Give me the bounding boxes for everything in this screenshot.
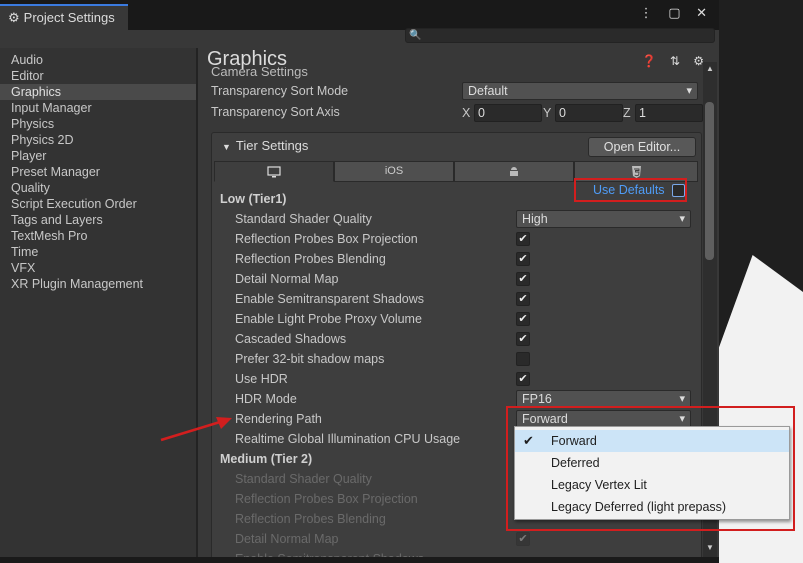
foldout-arrow-icon: ▼ (222, 142, 231, 152)
lppv-label: Enable Light Probe Proxy Volume (235, 312, 422, 326)
m-shader-quality-label: Standard Shader Quality (235, 472, 372, 486)
popup-option-label: Legacy Deferred (light prepass) (551, 500, 727, 514)
shader-quality-label: Standard Shader Quality (235, 212, 372, 226)
detail-normal-label: Detail Normal Map (235, 272, 339, 286)
use-defaults-checkbox[interactable] (672, 184, 685, 197)
window-controls[interactable]: ⋮ ▢ ✕ (640, 5, 713, 21)
camera-settings-label: Camera Settings (211, 67, 308, 79)
open-editor-button[interactable]: Open Editor... (588, 137, 696, 157)
realtime-gi-label: Realtime Global Illumination CPU Usage (235, 432, 461, 446)
use-defaults-label: Use Defaults (593, 183, 665, 197)
box-projection-checkbox[interactable]: ✔ (516, 232, 530, 246)
camera-settings-header: Camera Settings (211, 67, 341, 81)
popup-option-deferred[interactable]: Deferred (515, 452, 789, 474)
sidebar-item-physics[interactable]: Physics (0, 116, 196, 132)
medium-tier-header: Medium (Tier 2) (220, 452, 313, 466)
popup-option-label: Deferred (551, 456, 600, 470)
semi-shadows-label: Enable Semitransparent Shadows (235, 292, 425, 306)
popup-option-label: Forward (551, 434, 597, 448)
sidebar-item-editor[interactable]: Editor (0, 68, 196, 84)
cascaded-label: Cascaded Shadows (235, 332, 347, 346)
scroll-down-icon[interactable]: ▼ (706, 543, 714, 552)
z-field[interactable]: 1 (635, 104, 703, 122)
blending-checkbox[interactable]: ✔ (516, 252, 530, 266)
m-blending-label: Reflection Probes Blending (235, 512, 386, 526)
sidebar-item-textmesh-pro[interactable]: TextMesh Pro (0, 228, 196, 244)
window-tab[interactable]: ⚙ Project Settings (0, 4, 128, 30)
tab-ios[interactable]: iOS (334, 161, 454, 182)
y-label: Y (543, 106, 552, 120)
tab-android[interactable] (454, 161, 574, 182)
bottom-strip (0, 557, 719, 563)
y-field[interactable]: 0 (555, 104, 623, 122)
popup-option-label: Legacy Vertex Lit (551, 478, 647, 492)
sidebar-item-audio[interactable]: Audio (0, 52, 196, 68)
sidebar-item-xr-plugin-management[interactable]: XR Plugin Management (0, 276, 196, 292)
use-hdr-checkbox[interactable]: ✔ (516, 372, 530, 386)
header-icons[interactable]: ❓ ⇅ ⚙ (642, 54, 709, 68)
sidebar-item-player[interactable]: Player (0, 148, 196, 164)
m-detail-normal-checkbox[interactable]: ✔ (516, 532, 530, 546)
checkmark-icon: ✔ (523, 433, 534, 448)
annotation-arrow-icon (160, 417, 232, 442)
use-defaults-toggle[interactable]: Use Defaults (574, 178, 687, 202)
sidebar: Audio Editor Graphics Input Manager Phys… (0, 48, 196, 557)
cascaded-checkbox[interactable]: ✔ (516, 332, 530, 346)
popup-option-legacy-vertex-lit[interactable]: Legacy Vertex Lit (515, 474, 789, 496)
android-icon (510, 167, 518, 176)
prefer32-checkbox[interactable] (516, 352, 530, 366)
scrollbar-thumb[interactable] (705, 102, 714, 260)
low-tier-header: Low (Tier1) (220, 192, 287, 206)
sidebar-item-input-manager[interactable]: Input Manager (0, 100, 196, 116)
search-input[interactable]: 🔍 (405, 28, 715, 43)
shader-quality-dropdown[interactable]: High (516, 210, 691, 228)
z-label: Z (623, 106, 631, 120)
semi-shadows-checkbox[interactable]: ✔ (516, 292, 530, 306)
prefer32-label: Prefer 32-bit shadow maps (235, 352, 385, 366)
tier-settings-title: Tier Settings (235, 138, 309, 153)
sort-mode-label: Transparency Sort Mode (211, 84, 349, 98)
detail-normal-checkbox[interactable]: ✔ (516, 272, 530, 286)
rendering-path-label: Rendering Path (235, 412, 322, 426)
desktop-icon (267, 166, 281, 178)
sidebar-item-script-execution-order[interactable]: Script Execution Order (0, 196, 196, 212)
m-box-projection-label: Reflection Probes Box Projection (235, 492, 418, 506)
sidebar-item-tags-and-layers[interactable]: Tags and Layers (0, 212, 196, 228)
m-detail-normal-label: Detail Normal Map (235, 532, 339, 546)
sidebar-divider[interactable] (196, 48, 198, 563)
blending-label: Reflection Probes Blending (235, 252, 386, 266)
hdr-mode-label: HDR Mode (235, 392, 297, 406)
box-projection-label: Reflection Probes Box Projection (235, 232, 418, 246)
popup-option-forward[interactable]: ✔ Forward (515, 430, 789, 452)
sort-axis-label: Transparency Sort Axis (211, 105, 340, 119)
sidebar-item-quality[interactable]: Quality (0, 180, 196, 196)
tier-settings-foldout[interactable]: ▼ Tier Settings (222, 138, 308, 153)
sidebar-item-physics-2d[interactable]: Physics 2D (0, 132, 196, 148)
lppv-checkbox[interactable]: ✔ (516, 312, 530, 326)
sort-mode-dropdown[interactable]: Default (462, 82, 698, 100)
gear-icon: ⚙ (8, 10, 20, 25)
rendering-path-popup: ✔ Forward Deferred Legacy Vertex Lit Lega… (514, 426, 790, 520)
tab-ios-label: iOS (384, 165, 404, 177)
titlebar: ⚙ Project Settings ⋮ ▢ ✕ (0, 0, 719, 30)
use-hdr-label: Use HDR (235, 372, 288, 386)
sidebar-item-graphics[interactable]: Graphics (0, 84, 196, 100)
x-label: X (462, 106, 471, 120)
sidebar-item-time[interactable]: Time (0, 244, 196, 260)
x-field[interactable]: 0 (474, 104, 542, 122)
window-tab-label: Project Settings (23, 10, 115, 25)
html5-icon (631, 166, 641, 178)
sidebar-item-vfx[interactable]: VFX (0, 260, 196, 276)
popup-option-legacy-deferred[interactable]: Legacy Deferred (light prepass) (515, 496, 789, 518)
tab-desktop[interactable] (214, 161, 334, 182)
sidebar-item-preset-manager[interactable]: Preset Manager (0, 164, 196, 180)
scroll-up-icon[interactable]: ▲ (706, 64, 714, 73)
